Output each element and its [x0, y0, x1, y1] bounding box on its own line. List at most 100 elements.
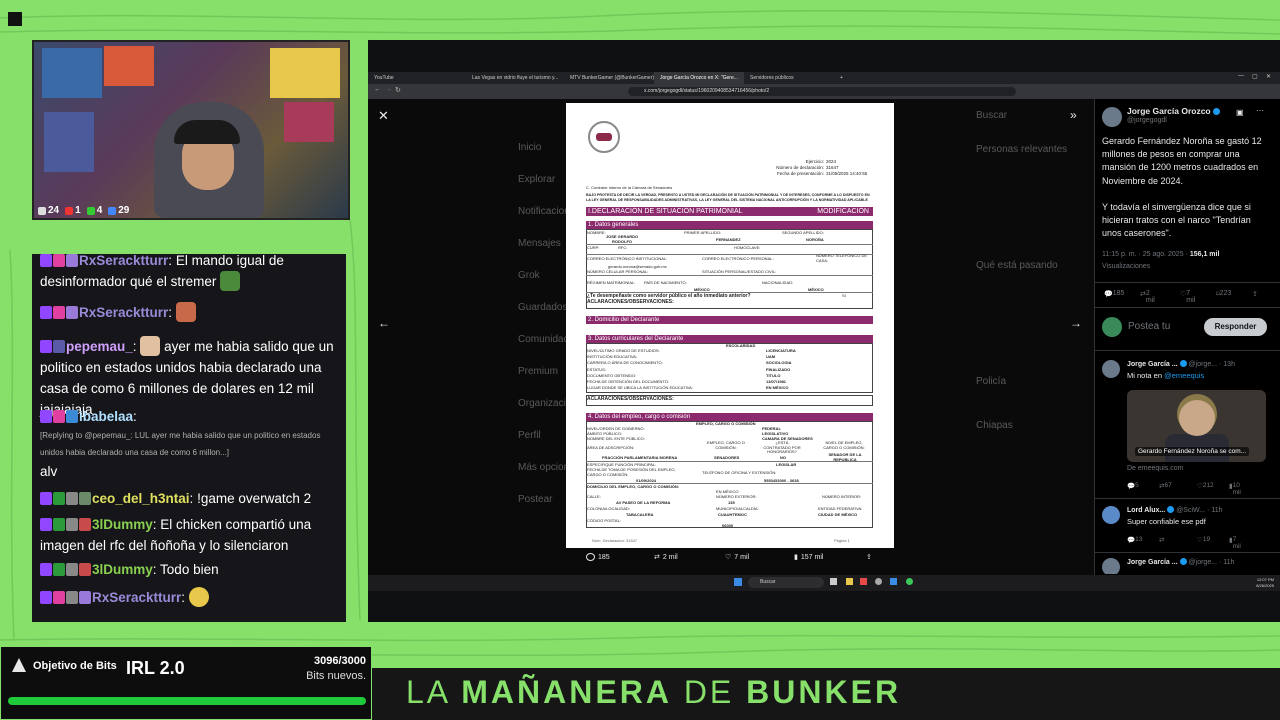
author-name[interactable]: Jorge García Orozco: [1127, 106, 1220, 116]
xbox-icon[interactable]: [906, 578, 913, 585]
avatar[interactable]: [1102, 360, 1120, 378]
link-card[interactable]: Gerardo Fernández Noroña se com...: [1127, 390, 1266, 462]
share-icon: ⇪: [866, 554, 872, 561]
browser-tab[interactable]: YouTube: [368, 72, 466, 84]
chat-username: RxSeracktturr: [79, 305, 169, 320]
background-nav-item: Postear: [518, 494, 553, 505]
close-window-icon[interactable]: ✕: [1266, 73, 1271, 80]
windows-start-icon[interactable]: [734, 578, 742, 586]
reply-icon: [586, 553, 595, 561]
doc-field-value: LICENCIATURA: [766, 348, 796, 353]
stat-value: 29: [118, 205, 130, 216]
browser-tab[interactable]: Las Vegas en vidrio fluye el turismo y..…: [466, 72, 564, 84]
previous-photo-icon[interactable]: ←: [378, 316, 390, 330]
doc-header-values: 2024 31647 31/05/2025 14:40:55: [826, 159, 868, 176]
stream-stats: 24 1 4 29: [38, 205, 129, 216]
maximize-icon[interactable]: ▢: [1252, 73, 1258, 80]
reply-count[interactable]: 💬 185: [1104, 290, 1124, 298]
avatar[interactable]: [1102, 506, 1120, 524]
mention-link[interactable]: @emeequis: [1164, 371, 1204, 380]
windows-taskbar: [368, 575, 1280, 591]
views-button[interactable]: ▮ 157 mil: [794, 553, 823, 562]
background-right-item: Chiapas: [976, 420, 1013, 431]
bar-chart-icon: ▮: [794, 554, 798, 561]
corner-marker: [8, 12, 22, 26]
chat-username: pepemau_: [66, 339, 133, 354]
stat-value: 4: [96, 205, 103, 216]
card-source[interactable]: De emeequis.com: [1127, 465, 1183, 472]
doc-field-value: FINALIZADO: [766, 366, 791, 372]
verified-badge-icon: [1212, 108, 1220, 115]
author-handle[interactable]: @jorgegogdl: [1127, 117, 1167, 124]
tweet-text: Gerardo Fernández Noroña se gastó 12 mil…: [1102, 136, 1262, 239]
like-count[interactable]: ♡ 7 mil: [1180, 290, 1195, 304]
reply-input[interactable]: Postea tu: [1128, 321, 1170, 332]
reply-submit-button[interactable]: Responder: [1204, 318, 1267, 336]
chat-reply-context: [Replying to @pepemau_: LUL ayer me habi…: [40, 431, 321, 457]
doc-field-label: LUGAR DONDE SE UBICA LA INSTITUCIÓN EDUC…: [587, 385, 693, 391]
back-arrow-icon[interactable]: ←: [374, 86, 381, 93]
section-header: 3. Datos curriculares del Declarante: [586, 335, 873, 343]
bits-goal-count: 3096/3000: [314, 655, 366, 667]
bits-goal-subtitle: Bits nuevos.: [306, 670, 366, 682]
reload-icon[interactable]: ↻: [395, 86, 401, 94]
task-view-icon[interactable]: [830, 578, 837, 585]
bits-gem-icon: [12, 658, 26, 672]
stat-value: 24: [48, 205, 60, 216]
file-explorer-icon[interactable]: [846, 578, 853, 585]
next-photo-icon[interactable]: →: [1070, 316, 1082, 330]
senate-seal: [588, 121, 620, 153]
system-clock: 12:07 PM 8/26/2025: [1256, 577, 1274, 588]
chat-username: 3lDummy: [92, 517, 153, 532]
doc-field-label: DOCUMENTO OBTENIDO:: [587, 372, 637, 378]
address-bar[interactable]: x.com/jorgegogdl/status/1960209408534716…: [628, 87, 1016, 96]
minimize-icon[interactable]: —: [1238, 73, 1244, 79]
chat-text: alv: [40, 464, 58, 479]
retweet-button[interactable]: ⇄ 2 mil: [654, 553, 678, 562]
doc-field-value: TITULO: [766, 372, 781, 378]
author-avatar[interactable]: [1102, 107, 1122, 127]
retweet-count[interactable]: ⇄ 2 mil: [1140, 290, 1155, 304]
chat-text: Todo bien: [160, 562, 219, 577]
expand-sidebar-icon[interactable]: »: [1070, 108, 1077, 122]
share-button[interactable]: ⇪: [866, 553, 872, 561]
close-viewer-icon[interactable]: ✕: [378, 108, 389, 124]
chat-username: RxSeracktturr: [92, 590, 182, 605]
chat-username: ceo_del_h3ntai: [92, 491, 190, 506]
like-button[interactable]: ♡ 7 mil: [725, 553, 749, 562]
taskbar-search[interactable]: Buscar: [748, 577, 824, 588]
stream-title: LA MAÑANERA DE BUNKER: [406, 674, 902, 710]
background-right-item: Personas relevantes: [976, 144, 1068, 155]
retweet-icon: ⇄: [654, 554, 660, 561]
browser-tab-active[interactable]: Jorge García Orozco en X: "Gere...: [654, 72, 744, 84]
photo-action-bar: 185 ⇄ 2 mil ♡ 7 mil ▮ 157 mil ⇪: [580, 553, 880, 569]
doc-field-value: SOCIOLOGIA: [766, 360, 792, 366]
brave-icon[interactable]: [860, 578, 867, 585]
browser-tab[interactable]: Servidores públicos: [744, 72, 834, 84]
new-tab-button[interactable]: +: [834, 72, 856, 84]
section-header: 1. Datos generales: [586, 221, 873, 229]
own-avatar: [1102, 317, 1122, 337]
app-icon[interactable]: [890, 578, 897, 585]
stat-value: 1: [75, 205, 81, 216]
chat-panel: RxSeracktturr: El mando igual de desinfo…: [32, 254, 346, 622]
background-nav-item: Perfil: [518, 430, 541, 441]
tweet-meta: 11:15 p. m. · 25 ago. 2025 · 156,1 mil Vi…: [1102, 251, 1220, 270]
reply-button[interactable]: 185: [586, 553, 610, 561]
reply-item[interactable]: Jorge García ... @jorge... · 11h: [1102, 558, 1274, 574]
settings-icon[interactable]: [875, 578, 882, 585]
doc-field-label: NOMBRE DEL ENTE PÚBLICO:: [587, 436, 645, 441]
doc-header-labels: Ejercicio: Número de declaración: Fecha de…: [776, 159, 824, 176]
background-right-item: Qué está pasando: [976, 260, 1058, 271]
grok-icon[interactable]: ▣: [1236, 108, 1244, 117]
bookmark-count[interactable]: ⌑ 223: [1216, 290, 1231, 298]
chat-message: RxSeracktturr:: [40, 587, 340, 608]
chat-message: RxSeracktturr:: [40, 302, 340, 323]
share-icon[interactable]: ⇪: [1252, 290, 1258, 298]
more-options-icon[interactable]: ···: [1256, 106, 1264, 115]
forward-arrow-icon[interactable]: →: [385, 86, 392, 93]
bits-goal-title: IRL 2.0: [126, 658, 185, 678]
doc-field-value: 13/07/1981: [766, 379, 787, 384]
reply-item[interactable]: Lord Alux... @SciW... · 11h Super confia…: [1102, 506, 1274, 550]
browser-tab[interactable]: MTV BunkerGamer (@BunkerGamer): [564, 72, 654, 84]
